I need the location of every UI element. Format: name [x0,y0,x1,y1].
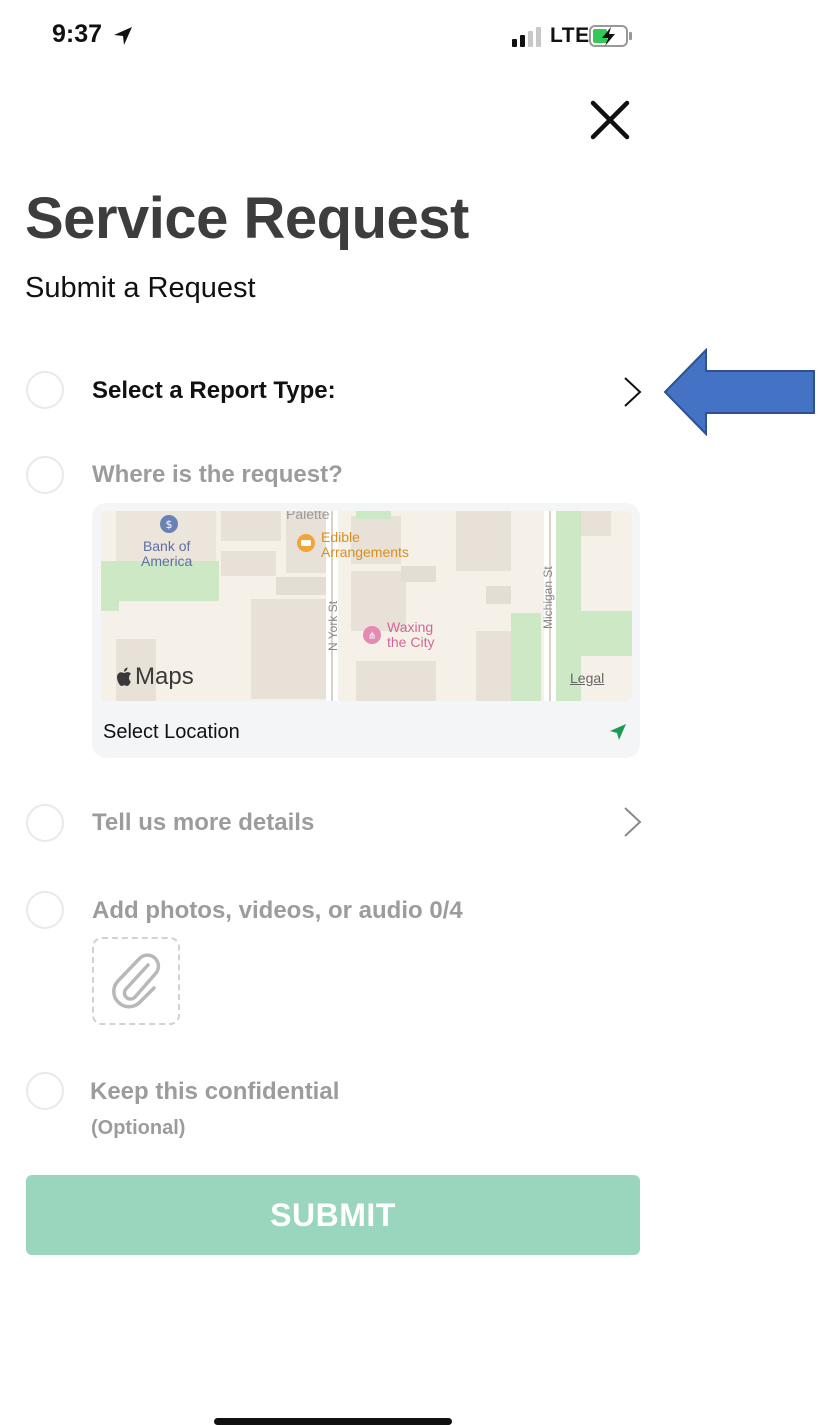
map-label-bank-line1: Bank of [142,538,191,554]
status-time: 9:37 [52,20,103,48]
map-label-edible-line2: Arrangements [321,544,409,560]
attach-media-button[interactable] [92,937,180,1025]
report-type-label[interactable]: Select a Report Type: [92,377,336,405]
chevron-right-icon[interactable] [622,375,644,409]
locate-icon[interactable] [608,722,628,742]
report-type-radio[interactable] [26,371,64,409]
media-label: Add photos, videos, or audio 0/4 [92,897,463,924]
apple-logo-icon [117,667,131,686]
map-label-edible: Edible Arrangements [321,530,409,560]
map-label-waxing: Waxing the City [387,620,434,650]
home-indicator [214,1418,452,1425]
map-legal-link[interactable]: Legal [570,670,604,686]
location-radio[interactable] [26,456,64,494]
confidential-optional-hint: (Optional) [91,1117,186,1139]
media-radio[interactable] [26,891,64,929]
map-label-waxing-line1: Waxing [387,619,434,635]
submit-button[interactable]: SUBMIT [26,1175,640,1255]
battery-charging-icon [589,25,632,47]
select-location-label[interactable]: Select Location [103,721,240,744]
details-label[interactable]: Tell us more details [92,809,314,837]
close-icon[interactable] [590,100,630,140]
map-label-bank: Bank of America [141,539,192,569]
confidential-label[interactable]: Keep this confidential [90,1078,339,1106]
svg-text:$: $ [166,518,173,531]
map-label-waxing-line2: the City [387,634,435,650]
location-label: Where is the request? [92,461,343,488]
svg-text:⋔: ⋔ [368,631,376,642]
signal-icon [512,27,541,47]
annotation-arrow-icon [663,348,815,436]
confidential-radio[interactable] [26,1072,64,1110]
map-preview[interactable]: $ ⋔ Palette Bank of America Edible Arran… [101,511,632,701]
paperclip-icon [112,953,161,1009]
map-label-edible-line1: Edible [321,529,360,545]
map-street-michigan: Michigan St [541,566,555,629]
map-label-bank-line2: America [141,553,193,569]
maps-brand-text: Maps [135,663,194,690]
page-title: Service Request [25,186,469,251]
details-radio[interactable] [26,804,64,842]
page-subtitle: Submit a Request [25,272,256,304]
network-type: LTE [550,24,590,47]
maps-brand: Maps [115,663,194,691]
location-arrow-icon [114,27,132,45]
map-label-palette: Palette [286,511,330,522]
chevron-right-icon[interactable] [622,805,644,839]
map-street-york: N York St [326,600,340,651]
